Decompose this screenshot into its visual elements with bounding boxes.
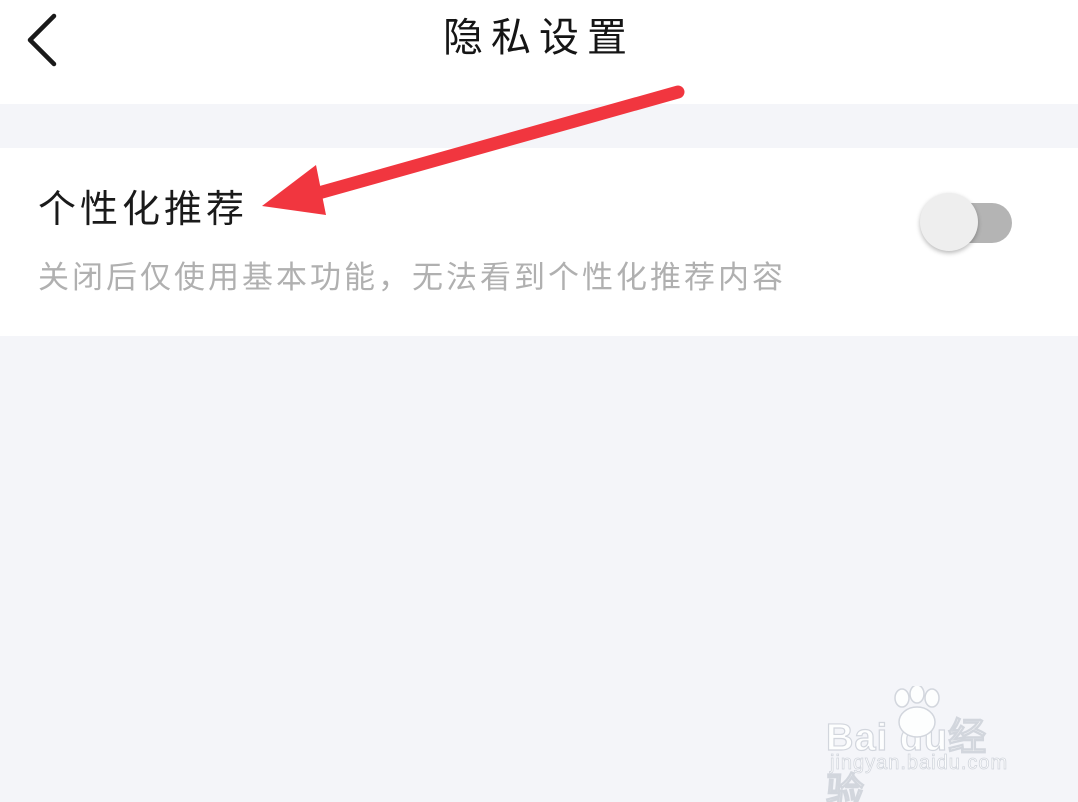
toggle-knob bbox=[920, 193, 978, 251]
paw-icon bbox=[894, 686, 940, 738]
page-title: 隐私设置 bbox=[443, 15, 635, 61]
personalized-recommendation-toggle[interactable] bbox=[920, 192, 1012, 252]
setting-title: 个性化推荐 bbox=[38, 187, 249, 231]
red-arrow-annotation bbox=[262, 85, 685, 215]
baidu-jingyan-watermark: Bai du经验 jingyan.baidu.com bbox=[825, 686, 1026, 802]
privacy-settings-screen: 隐私设置 个性化推荐 关闭后仅使用基本功能，无法看到个性化推荐内容 Bai du… bbox=[0, 0, 1078, 802]
setting-description: 关闭后仅使用基本功能，无法看到个性化推荐内容 bbox=[38, 260, 786, 296]
setting-row-personalized-recommendation: 个性化推荐 关闭后仅使用基本功能，无法看到个性化推荐内容 bbox=[0, 148, 1078, 336]
watermark-url: jingyan.baidu.com bbox=[830, 752, 1009, 775]
navigation-bar: 隐私设置 bbox=[0, 0, 1078, 104]
